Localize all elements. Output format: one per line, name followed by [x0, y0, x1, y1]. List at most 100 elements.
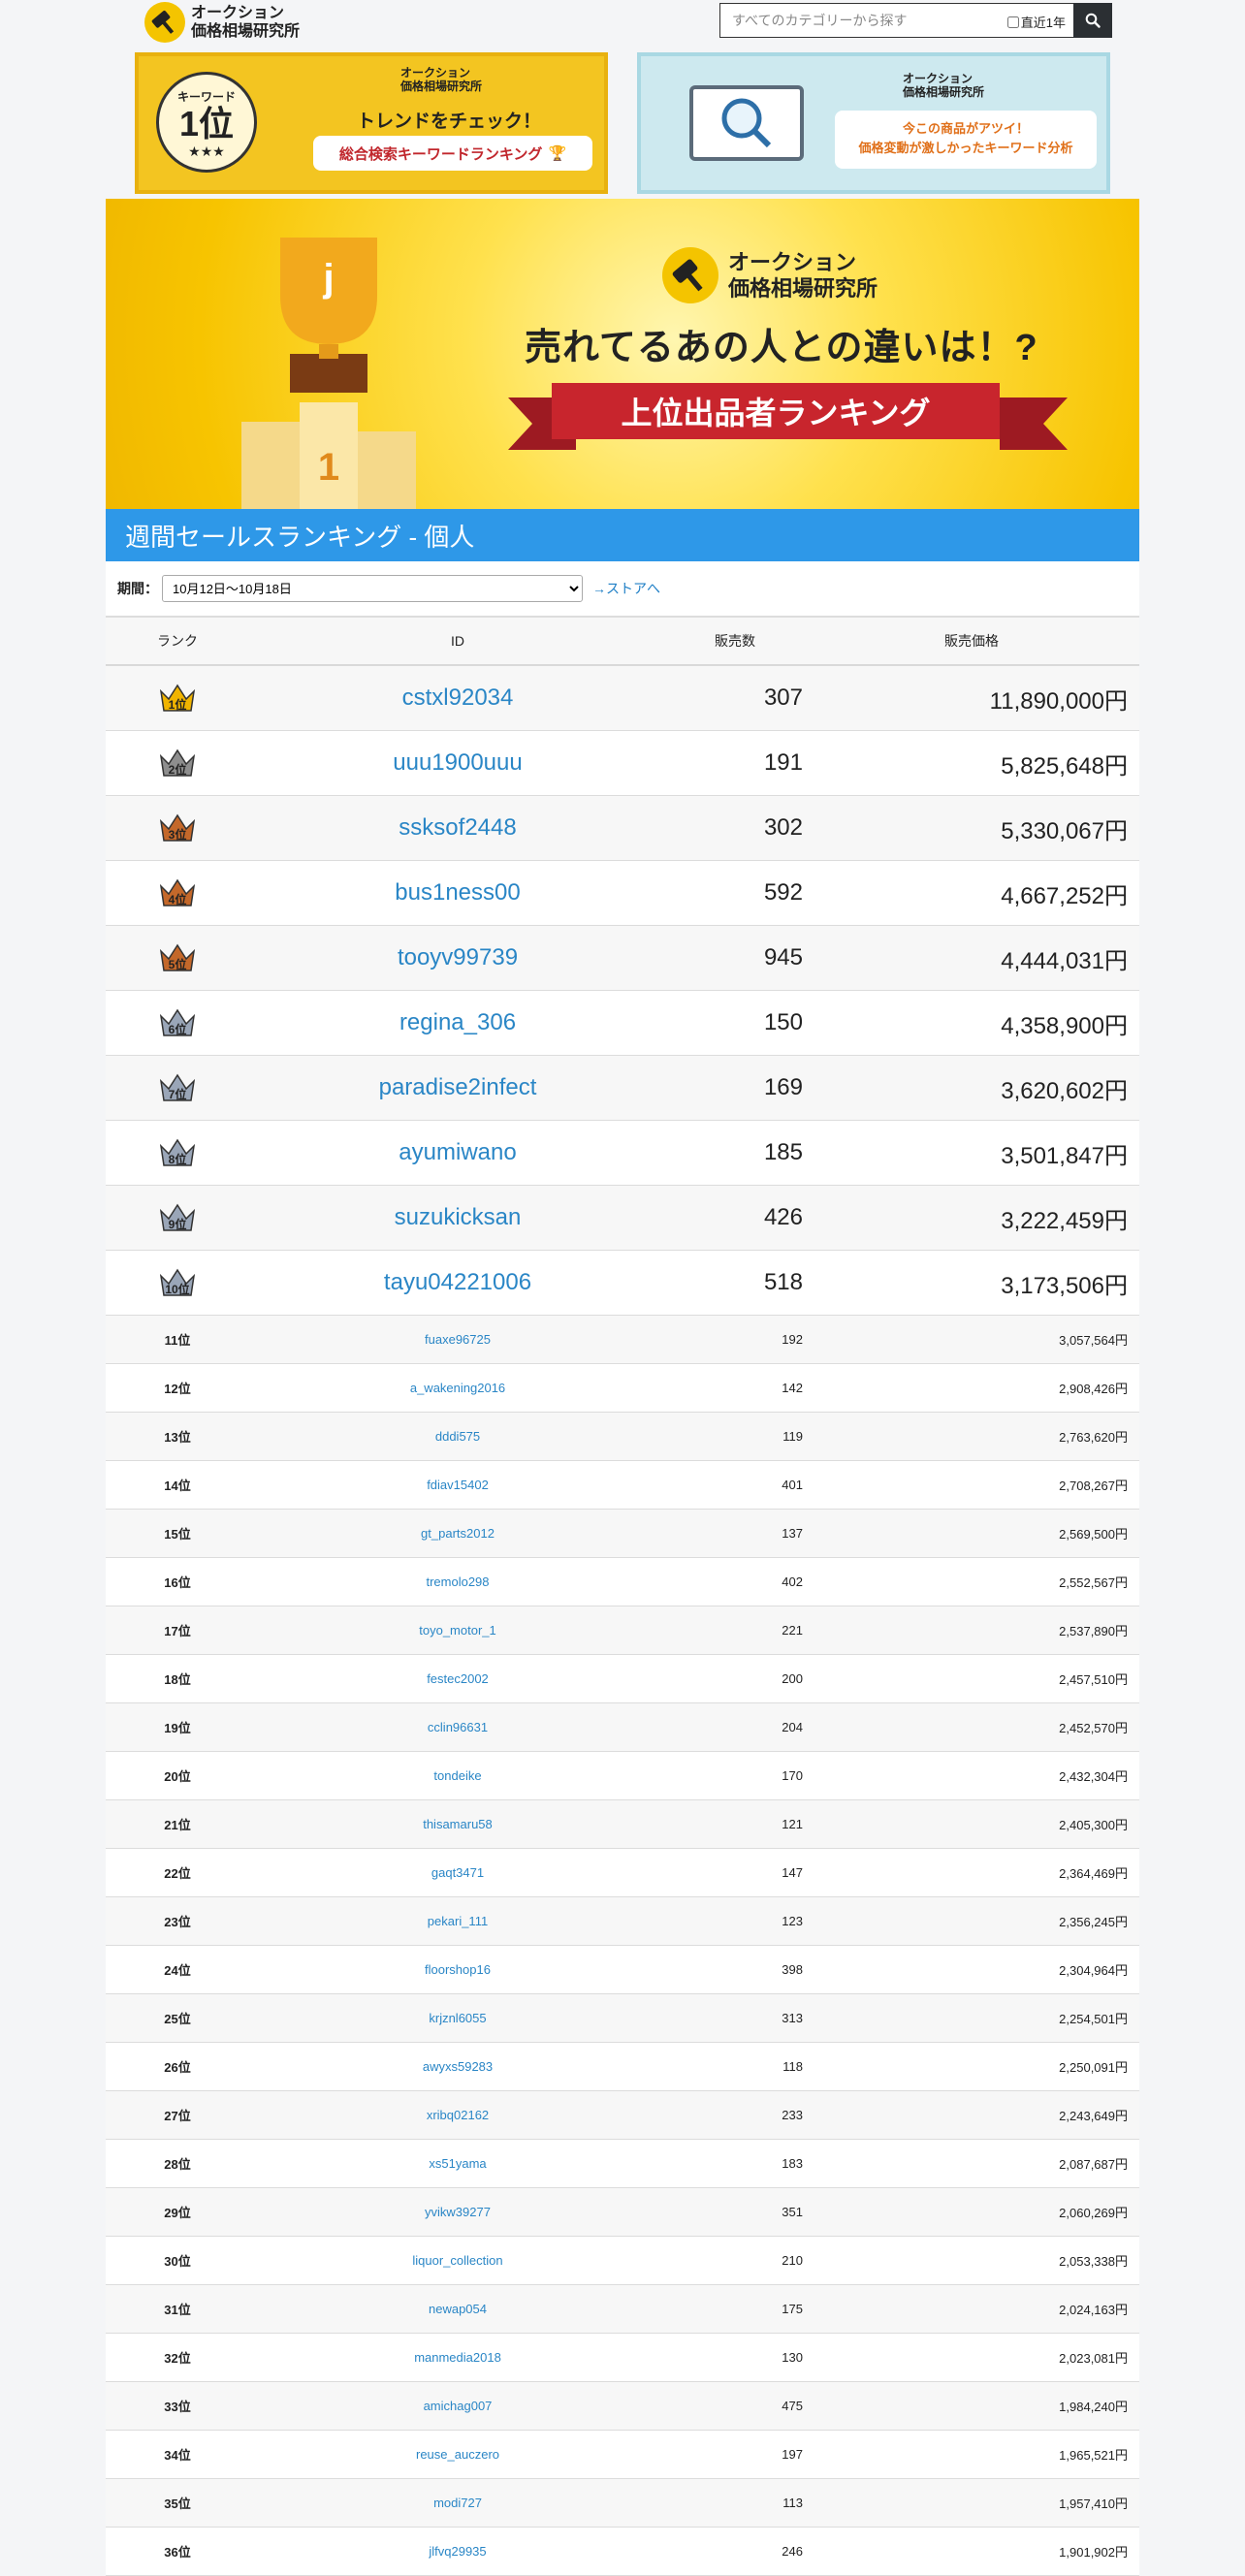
table-row-top: 4位 bus1ness00 592 4,667,252円 [106, 860, 1139, 926]
table-row-top: 10位 tayu04221006 518 3,173,506円 [106, 1250, 1139, 1316]
price-change-banner[interactable]: オークション 価格相場研究所 今この商品がアツイ！ 価格変動が激しかったキーワー… [637, 52, 1110, 194]
seller-id-link[interactable]: uuu1900uuu [393, 749, 522, 776]
seller-id-link[interactable]: tondeike [433, 1768, 481, 1783]
seller-id-link[interactable]: dddi575 [435, 1429, 480, 1444]
table-row: 15位 gt_parts2012 137 2,569,500円 [106, 1509, 1139, 1558]
banner-left-logo-line2: 価格相場研究所 [400, 80, 483, 93]
seller-id-link[interactable]: gt_parts2012 [421, 1526, 495, 1541]
svg-text:7位: 7位 [169, 1087, 187, 1101]
rank-cell: 9位 [106, 1185, 249, 1251]
sales-price: 2,908,426円 [804, 1363, 1139, 1413]
search-input[interactable] [730, 5, 996, 36]
seller-id-link[interactable]: yvikw39277 [425, 2205, 491, 2219]
seller-id-link[interactable]: festec2002 [427, 1671, 489, 1686]
seller-id-link[interactable]: pekari_111 [428, 1914, 488, 1928]
table-row: 32位 manmedia2018 130 2,023,081円 [106, 2333, 1139, 2382]
svg-text:3位: 3位 [169, 827, 187, 842]
seller-id-link[interactable]: amichag007 [424, 2399, 493, 2413]
ranking-table: ランク ID 販売数 販売価格 1位 cstxl92034 307 11,890,00… [106, 616, 1139, 2576]
recent-year-toggle[interactable]: 直近1年 [1006, 13, 1066, 31]
sales-price: 1,965,521円 [804, 2430, 1139, 2479]
sales-price: 2,457,510円 [804, 1654, 1139, 1703]
period-label: 期間： [117, 581, 158, 596]
recent-year-checkbox[interactable] [1006, 16, 1019, 28]
seller-id-link[interactable]: awyxs59283 [423, 2059, 493, 2074]
hero-banner: 1 j オークション 価格相場研究所 売れてるあの人との違いは！? 上位出品者ラ… [106, 199, 1139, 509]
sold-count: 401 [666, 1460, 804, 1510]
sales-price: 3,620,602円 [804, 1055, 1139, 1121]
site-logo[interactable]: オークション 価格相場研究所 [144, 2, 300, 43]
seller-id-link[interactable]: tooyv99739 [398, 944, 518, 970]
seller-id-link[interactable]: reuse_auczero [416, 2447, 499, 2462]
seller-id-link[interactable]: toyo_motor_1 [419, 1623, 496, 1638]
seller-id-link[interactable]: jlfvq29935 [429, 2544, 486, 2559]
seller-id-link[interactable]: tayu04221006 [384, 1269, 531, 1295]
rank-label: 28位 [106, 2139, 249, 2188]
seller-id-link[interactable]: bus1ness00 [395, 879, 520, 906]
seller-id-link[interactable]: ayumiwano [399, 1139, 516, 1165]
id-cell: awyxs59283 [249, 2042, 666, 2091]
rank-label: 33位 [106, 2381, 249, 2431]
sales-price: 2,250,091円 [804, 2042, 1139, 2091]
sold-count: 246 [666, 2527, 804, 2576]
seller-id-link[interactable]: manmedia2018 [414, 2350, 501, 2365]
seller-id-link[interactable]: krjznl6055 [429, 2011, 486, 2025]
rank-label: 25位 [106, 1993, 249, 2043]
svg-text:5位: 5位 [169, 957, 187, 971]
seller-id-link[interactable]: gaqt3471 [431, 1865, 484, 1880]
seller-id-link[interactable]: xs51yama [429, 2156, 486, 2171]
sales-price: 2,432,304円 [804, 1751, 1139, 1800]
seller-id-link[interactable]: ssksof2448 [399, 814, 516, 841]
crown-icon: 6位 [159, 1008, 196, 1036]
seller-id-link[interactable]: newap054 [429, 2302, 487, 2316]
seller-id-link[interactable]: fdiav15402 [427, 1478, 489, 1492]
hero-ribbon: 上位出品者ランキング [552, 383, 1000, 439]
header-rank: ランク [106, 616, 249, 666]
table-row: 26位 awyxs59283 118 2,250,091円 [106, 2042, 1139, 2091]
logo-line1: オークション [191, 5, 285, 21]
rank-cell: 10位 [106, 1250, 249, 1316]
sold-count: 426 [666, 1185, 804, 1251]
table-header-row: ランク ID 販売数 販売価格 [106, 616, 1139, 666]
sold-count: 185 [666, 1120, 804, 1186]
search-box: 直近1年 [719, 3, 1073, 38]
id-cell: xs51yama [249, 2139, 666, 2188]
seller-id-link[interactable]: regina_306 [399, 1009, 516, 1035]
rank-label: 27位 [106, 2090, 249, 2140]
seller-id-link[interactable]: modi727 [433, 2496, 482, 2510]
seller-id-link[interactable]: paradise2infect [379, 1074, 537, 1100]
sold-count: 137 [666, 1509, 804, 1558]
search-button[interactable] [1073, 3, 1112, 38]
seller-id-link[interactable]: thisamaru58 [423, 1817, 493, 1831]
seller-id-link[interactable]: cstxl92034 [402, 684, 514, 711]
svg-text:9位: 9位 [169, 1217, 187, 1231]
sold-count: 113 [666, 2478, 804, 2528]
seller-id-link[interactable]: cclin96631 [428, 1720, 488, 1734]
period-select[interactable]: 10月12日～10月18日 [162, 575, 583, 602]
seller-id-link[interactable]: a_wakening2016 [410, 1381, 505, 1395]
store-link[interactable]: →ストアへ [592, 579, 660, 598]
seller-id-link[interactable]: liquor_collection [412, 2253, 502, 2268]
rank-label: 18位 [106, 1654, 249, 1703]
keyword-ranking-banner[interactable]: キーワード 1位 ★★★ オークション 価格相場研究所 トレンドをチェック！ 総… [135, 52, 608, 194]
seller-id-link[interactable]: floorshop16 [425, 1962, 491, 1977]
id-cell: newap054 [249, 2284, 666, 2334]
svg-text:2位: 2位 [169, 762, 187, 777]
table-row: 23位 pekari_111 123 2,356,245円 [106, 1896, 1139, 1946]
sales-price: 2,053,338円 [804, 2236, 1139, 2285]
table-row-top: 8位 ayumiwano 185 3,501,847円 [106, 1120, 1139, 1186]
seller-id-link[interactable]: tremolo298 [426, 1574, 489, 1589]
sold-count: 200 [666, 1654, 804, 1703]
id-cell: manmedia2018 [249, 2333, 666, 2382]
seller-id-link[interactable]: xribq02162 [427, 2108, 489, 2122]
period-row: 期間： 10月12日～10月18日 →ストアへ [106, 561, 1139, 616]
seller-id-link[interactable]: fuaxe96725 [425, 1332, 491, 1347]
rank-label: 29位 [106, 2187, 249, 2237]
rank-cell: 2位 [106, 730, 249, 796]
seller-id-link[interactable]: suzukicksan [395, 1204, 522, 1230]
rank-cell: 6位 [106, 990, 249, 1056]
rank-label: 11位 [106, 1315, 249, 1364]
sold-count: 313 [666, 1993, 804, 2043]
table-row: 28位 xs51yama 183 2,087,687円 [106, 2139, 1139, 2188]
sold-count: 183 [666, 2139, 804, 2188]
